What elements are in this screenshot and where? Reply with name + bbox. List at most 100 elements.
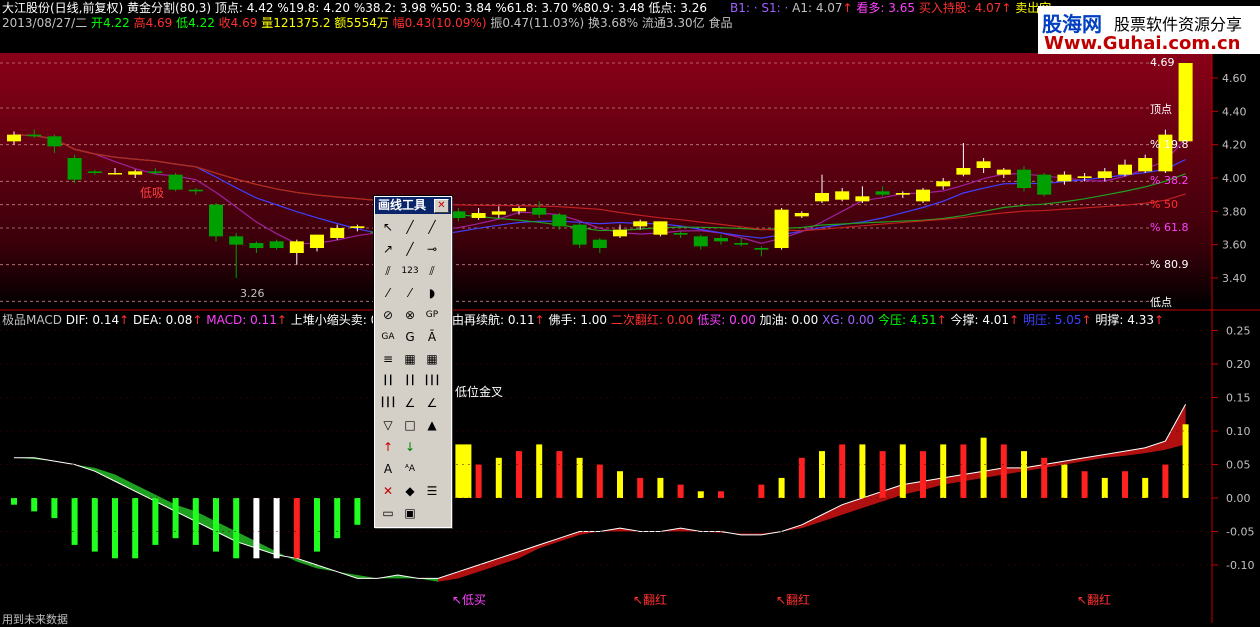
macd-tick-label: 0.20: [1226, 358, 1251, 371]
price-tick-label: 3.40: [1222, 272, 1247, 285]
fib-label-5: % 61.8: [1150, 221, 1189, 234]
drawing-toolbox[interactable]: 画线工具 ✕ ↖ ╱ ╱ ↗ ╱ ⊸ ⫽ 123 ⫽ ⁄ ⁄ ◗ ⊘ ⊗ GP GA G Ā ≡ ▦ ▦ ┃┃ ┃┃ ┃┃┃ ┃…: [374, 196, 452, 528]
macd-right-field-13: 明撑: 4.33: [1091, 313, 1154, 327]
candle-body: [330, 228, 345, 238]
candle-body: [47, 136, 62, 147]
header-line1: 大江股份(日线,前复权) 黄金分割(80,3) 顶点: 4.42 %19.8: …: [2, 1, 707, 15]
macd-bar: [617, 471, 623, 498]
blank2-tool[interactable]: [422, 459, 442, 479]
time-tool[interactable]: ┃┃┃: [422, 371, 442, 391]
list-tool[interactable]: ☰: [422, 481, 442, 501]
macd-bar: [677, 484, 684, 498]
quote-field-1: 开4.22: [87, 16, 130, 30]
candle-body: [1077, 176, 1092, 178]
macd-bar: [980, 437, 987, 498]
ray-tool[interactable]: ╱: [422, 217, 442, 237]
lines-tool[interactable]: ┃┃┃: [378, 393, 398, 413]
candle-body: [1037, 174, 1052, 195]
text2-tool[interactable]: ᴬA: [400, 459, 420, 479]
text-tool[interactable]: A: [378, 459, 398, 479]
fib-tool[interactable]: ≡: [378, 349, 398, 369]
stock-chart[interactable]: 4.60 4.40 4.20 4.00 3.80 3.60 3.40 0.25 0.20 0.1…: [0, 0, 1260, 623]
macd-tick-label: 0.15: [1226, 392, 1251, 405]
wave-tool[interactable]: ∠: [422, 393, 442, 413]
parallel-tool[interactable]: ⫽: [378, 261, 398, 281]
macd-field-0: 极品MACD: [2, 313, 62, 327]
cycle-tool[interactable]: ⊗: [400, 305, 420, 325]
candle-body: [1138, 158, 1153, 172]
toolbox-title: 画线工具: [378, 198, 427, 212]
quote-field-8: 振0.47(11.03%): [486, 16, 585, 30]
macd-bar: [1041, 457, 1048, 498]
turn-red-label-2: ↖翻红: [776, 593, 811, 607]
rect-tool[interactable]: □: [400, 415, 420, 435]
macd-right-field-8: ↑: [936, 313, 947, 327]
macd-bar: [495, 457, 502, 498]
period-tool[interactable]: ┃┃: [378, 371, 398, 391]
candle-body: [592, 239, 607, 248]
shapes-tool[interactable]: ◆: [400, 481, 420, 501]
macd-bar: [213, 498, 219, 552]
macd-bar: [112, 498, 118, 559]
toolbox-title-bar[interactable]: 画线工具 ✕: [375, 197, 451, 214]
candle-body: [108, 173, 122, 175]
candle-body: [7, 134, 21, 142]
header-field-2: 顶点: 4.42: [211, 1, 274, 15]
fib-label-2: % 19.8: [1150, 137, 1189, 151]
note-tool[interactable]: ▣: [400, 503, 420, 523]
label-123-tool[interactable]: 123: [400, 261, 420, 281]
macd-field-7: 上堆小缩头卖: 0: [286, 313, 379, 327]
channel-tool[interactable]: ⫽: [422, 261, 442, 281]
ruler-tool[interactable]: ▭: [378, 503, 398, 523]
quote-field-4: 收4.69: [214, 16, 258, 30]
delete-tool[interactable]: ✕: [378, 481, 398, 501]
macd-bar: [718, 491, 724, 498]
g-tool[interactable]: G: [400, 327, 420, 347]
line-tool[interactable]: ╱: [400, 217, 420, 237]
quote-field-5: 量121375.2: [257, 16, 331, 30]
speed-line-tool[interactable]: ⁄: [400, 283, 420, 303]
gann-tool[interactable]: ▦: [400, 349, 420, 369]
mark-tool[interactable]: ▲: [422, 415, 442, 435]
blank-tool[interactable]: [422, 437, 442, 457]
angle-tool[interactable]: ∠: [400, 393, 420, 413]
macd-right-field-0: 由再续航: 0.11: [452, 313, 535, 327]
quote-field-2: 高4.69: [129, 16, 173, 30]
gp-tool[interactable]: GP: [422, 305, 442, 325]
turn-red-label-3: ↖翻红: [1077, 593, 1112, 607]
macd-header: 极品MACD DIF: 0.14↑ DEA: 0.08↑ MACD: 0.11↑…: [2, 313, 378, 327]
candle-body: [693, 236, 708, 247]
circle-tool[interactable]: ⊘: [378, 305, 398, 325]
macd-bar: [536, 444, 543, 498]
pointer-tool[interactable]: ↖: [378, 217, 398, 237]
macd-bar: [1081, 471, 1088, 498]
down-arrow-tool[interactable]: ↓: [400, 437, 420, 457]
macd-bar: [1142, 477, 1149, 498]
segment-tool[interactable]: ╱: [400, 239, 420, 259]
macd-field-3: DEA: 0.08: [129, 313, 193, 327]
ga2-tool[interactable]: Ā: [422, 327, 442, 347]
close-icon[interactable]: ✕: [434, 199, 449, 213]
turn-red-label-1: ↖翻红: [633, 593, 668, 607]
fan-tool[interactable]: ⁄: [378, 283, 398, 303]
macd-bar: [556, 451, 563, 498]
price-tick-label: 4.40: [1222, 105, 1247, 118]
arrow-line-tool[interactable]: ↗: [378, 239, 398, 259]
candle-body: [512, 208, 526, 212]
macd-right-field-1: ↑: [534, 313, 545, 327]
fib-label-4: % 50: [1150, 197, 1178, 211]
candle-body: [1017, 169, 1031, 188]
arc-tool[interactable]: ◗: [422, 283, 442, 303]
candle-body: [936, 181, 951, 187]
candle-body: [855, 196, 870, 202]
macd-bar: [1162, 464, 1169, 498]
up-arrow-tool[interactable]: ↑: [378, 437, 398, 457]
triangle-tool[interactable]: ▽: [378, 415, 398, 435]
grid-tool[interactable]: ▦: [422, 349, 442, 369]
low-label: 低吸: [140, 186, 165, 200]
horizontal-tool[interactable]: ⊸: [422, 239, 442, 259]
golden-tool[interactable]: ┃┃: [400, 371, 420, 391]
candle-body: [815, 193, 829, 202]
ga-tool[interactable]: GA: [378, 327, 398, 347]
macd-bar: [516, 451, 522, 498]
